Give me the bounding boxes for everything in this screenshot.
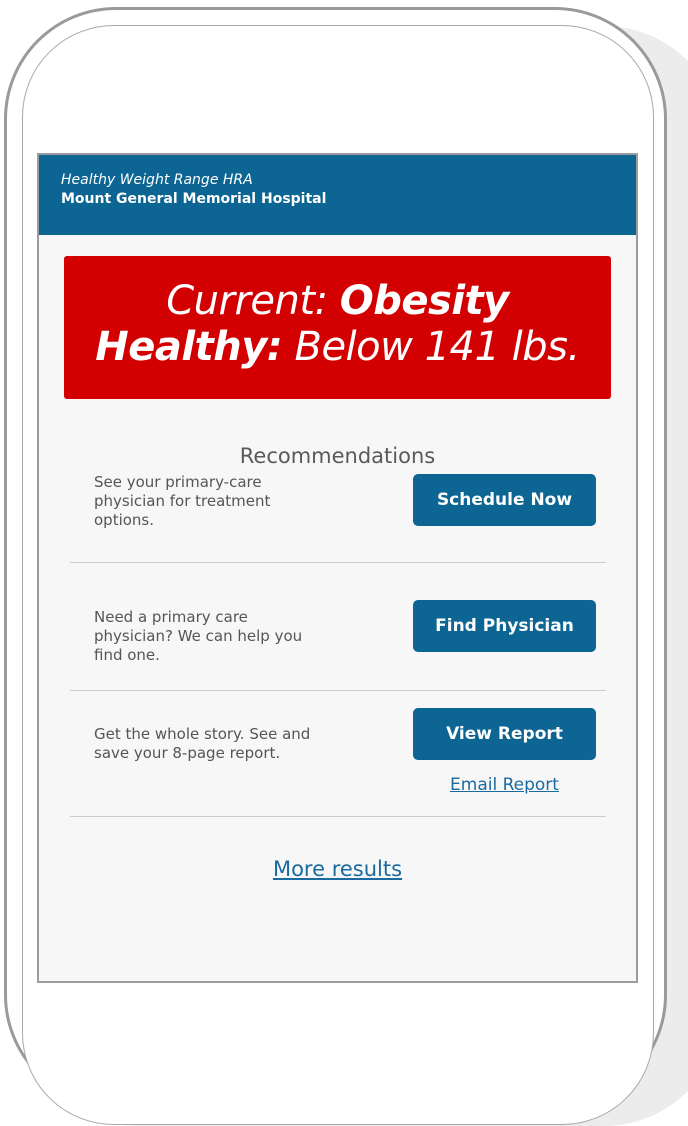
healthy-value: Below 141 lbs.	[294, 323, 581, 370]
app-header: Healthy Weight Range HRA Mount General M…	[39, 155, 636, 235]
healthy-label: Healthy:	[95, 323, 283, 370]
result-alert: Current: Obesity Healthy: Below 141 lbs.	[64, 256, 611, 399]
recommendation-text: Get the whole story. See and save your 8…	[94, 725, 311, 762]
more-results-container: More results	[39, 857, 636, 881]
assessment-name: Healthy Weight Range HRA	[61, 172, 253, 188]
organization-name: Mount General Memorial Hospital	[61, 191, 327, 207]
recommendations-heading: Recommendations	[239, 444, 436, 468]
recommendation-actions: Find Physician	[413, 600, 606, 652]
view-report-button[interactable]: View Report	[413, 708, 596, 760]
current-value: Obesity	[339, 277, 509, 324]
healthy-range-line: Healthy: Below 141 lbs.	[64, 324, 611, 370]
current-label: Current:	[166, 277, 328, 324]
schedule-now-button[interactable]: Schedule Now	[413, 474, 596, 526]
find-physician-button[interactable]: Find Physician	[413, 600, 596, 652]
recommendation-text: See your primary-care physician for trea…	[94, 473, 271, 529]
email-report-link[interactable]: Email Report	[450, 775, 559, 795]
recommendation-item: Need a primary care physician? We can he…	[70, 563, 606, 691]
recommendation-item: Get the whole story. See and save your 8…	[70, 691, 606, 817]
current-status-line: Current: Obesity	[64, 278, 611, 324]
recommendation-item: See your primary-care physician for trea…	[70, 473, 606, 563]
more-results-link[interactable]: More results	[273, 857, 402, 881]
recommendations-list: See your primary-care physician for trea…	[70, 473, 606, 817]
recommendation-text: Need a primary care physician? We can he…	[94, 608, 303, 664]
recommendation-actions: Schedule Now	[413, 474, 606, 526]
phone-screen: Healthy Weight Range HRA Mount General M…	[37, 153, 638, 983]
recommendation-actions: View Report Email Report	[413, 708, 606, 795]
